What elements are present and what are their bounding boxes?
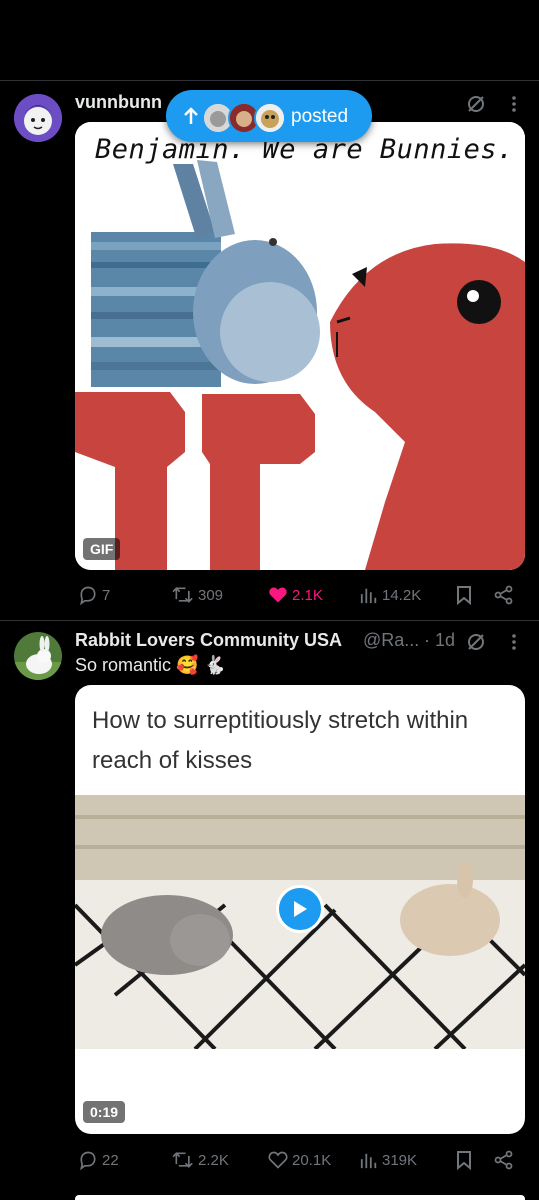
bookmark-icon[interactable] (454, 1150, 474, 1170)
like-button[interactable]: 2.1K (268, 585, 323, 605)
views-button[interactable]: 14.2K (360, 585, 421, 605)
reply-icon (80, 586, 96, 605)
video-caption-line-2: reach of kisses (92, 747, 253, 774)
timestamp[interactable]: · 1d (424, 630, 455, 651)
reply-count: 22 (102, 1151, 119, 1169)
reply-count: 7 (102, 586, 111, 604)
views-icon (360, 588, 377, 604)
grok-icon[interactable] (464, 92, 488, 116)
bunnies-gif-image (75, 122, 525, 570)
avatar[interactable] (14, 94, 62, 142)
username[interactable]: vunnbunn (75, 92, 162, 113)
more-icon[interactable] (504, 92, 524, 116)
post-text: So romantic 🥰 🐇 (75, 655, 226, 675)
like-icon (269, 587, 287, 603)
bookmark-icon[interactable] (454, 585, 474, 605)
views-count: 319K (382, 1151, 418, 1169)
post-2-video[interactable]: How to surreptitiously stretch within re… (75, 685, 525, 1134)
play-icon[interactable] (276, 885, 324, 933)
grok-icon[interactable] (464, 630, 488, 654)
views-button[interactable]: 319K (360, 1150, 417, 1170)
reply-button[interactable]: 22 (78, 1150, 119, 1170)
repost-icon (172, 1152, 193, 1168)
display-name[interactable]: Rabbit Lovers Community USA (75, 630, 342, 651)
like-button[interactable]: 20.1K (268, 1150, 331, 1170)
share-icon[interactable] (494, 585, 514, 605)
avatar-image (14, 632, 62, 680)
repost-icon (172, 587, 193, 603)
avatar-image (14, 94, 62, 142)
post-divider (0, 620, 539, 621)
like-count: 2.1K (292, 586, 323, 604)
share-icon[interactable] (494, 1150, 514, 1170)
poster-avatar-3 (254, 102, 286, 134)
like-icon (268, 1151, 288, 1169)
top-divider (0, 80, 539, 81)
video-caption-line-1: How to surreptitiously stretch within (92, 707, 469, 734)
repost-count: 309 (198, 586, 224, 604)
gif-badge: GIF (83, 538, 121, 560)
views-icon (360, 1153, 377, 1169)
avatar[interactable] (14, 632, 62, 680)
posted-label: posted (291, 106, 349, 127)
new-posts-pill[interactable]: posted (166, 90, 372, 142)
up-arrow-icon (182, 106, 200, 126)
reply-icon (80, 1151, 96, 1170)
views-count: 14.2K (382, 586, 422, 604)
repost-count: 2.2K (198, 1151, 229, 1169)
handle[interactable]: @Ra... (363, 630, 419, 651)
next-post-media-edge (75, 1195, 525, 1200)
like-count: 20.1K (292, 1151, 332, 1169)
repost-button[interactable]: 2.2K (172, 1150, 229, 1170)
repost-button[interactable]: 309 (172, 585, 223, 605)
more-icon[interactable] (504, 630, 524, 654)
reply-button[interactable]: 7 (78, 585, 110, 605)
post-1-media[interactable]: Benjamin. We are Bunnies. GIF (75, 122, 525, 570)
video-duration: 0:19 (83, 1101, 126, 1123)
